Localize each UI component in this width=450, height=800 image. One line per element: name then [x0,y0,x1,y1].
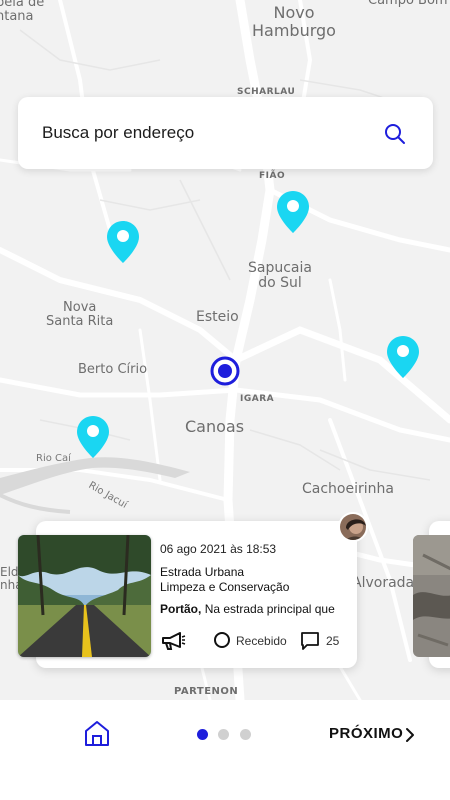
place-campo-bom: Campo Bom [368,0,448,8]
report-photo [18,535,151,657]
map-pin-icon[interactable] [276,190,310,234]
report-title: Estrada Urbana Limpeza e Conservação [160,565,289,595]
place-rio-cai: Rio Caí [36,453,71,464]
place-canoas: Canoas [185,417,245,436]
place-fiao: FIÃO [259,171,286,181]
status-circle-icon [214,632,230,648]
report-title-line1: Estrada Urbana [160,565,245,579]
chevron-right-icon[interactable] [404,727,416,743]
report-title-line2: Limpeza e Conservação [160,580,290,594]
bottom-nav [0,700,450,800]
place-partial-top-left: pela de ntana [0,0,45,25]
search-icon[interactable] [384,123,406,145]
map-pin-icon[interactable] [76,415,110,459]
next-button[interactable]: PRÓXIMO [329,725,403,742]
report-description: Na estrada principal que [204,602,335,616]
place-partenon: PARTENON [174,686,239,697]
search-input[interactable]: Busca por endereço [42,123,194,143]
search-bar[interactable]: Busca por endereço [18,97,433,169]
place-igara: IGARA [240,394,275,404]
report-status: Recebido [236,634,287,648]
place-sapucaia: Sapucaia do Sul [248,260,312,292]
report-city: Portão, [160,602,202,616]
page-dot[interactable] [240,729,251,740]
report-date: 06 ago 2021 às 18:53 [160,542,277,556]
place-esteio: Esteio [196,309,239,325]
place-berto-cirio: Berto Círio [78,362,148,377]
place-alvorada: Alvorada [352,575,415,591]
comment-icon[interactable] [300,631,320,651]
page-dot-active[interactable] [197,729,208,740]
comment-count: 25 [326,634,340,648]
home-icon[interactable] [84,720,110,747]
map-pin-icon[interactable] [386,335,420,379]
next-report-photo [413,535,450,657]
place-novo-hamburgo: Novo Hamburgo [252,3,336,40]
place-cachoeirinha: Cachoeirinha [302,481,394,497]
place-label: Novo Hamburgo [252,4,336,39]
report-location: Portão, Na estrada principal que [160,602,335,616]
current-location-icon[interactable] [210,356,240,386]
megaphone-icon[interactable] [160,630,186,652]
page-dot[interactable] [218,729,229,740]
avatar [338,512,368,542]
place-nova-santa-rita: Nova Santa Rita [46,300,114,330]
map-pin-icon[interactable] [106,220,140,264]
